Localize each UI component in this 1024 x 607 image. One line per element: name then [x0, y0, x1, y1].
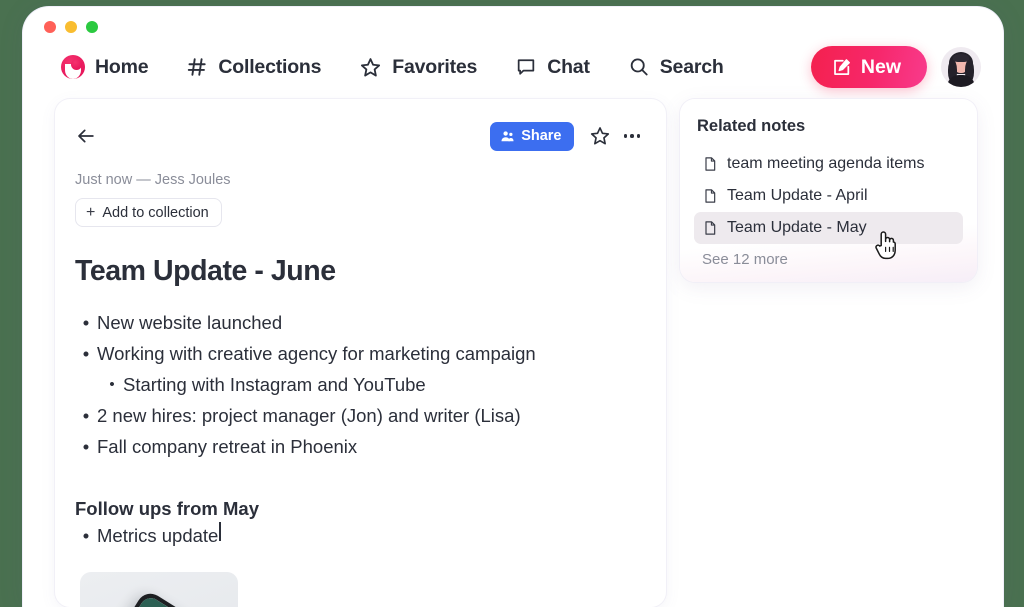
document-icon	[702, 220, 718, 236]
bullet-marker: •	[82, 312, 90, 333]
related-notes-panel: Related notes team meeting agenda items	[680, 99, 977, 282]
related-note-label: team meeting agenda items	[727, 155, 925, 172]
ellipsis-icon[interactable]	[623, 134, 640, 138]
list-item[interactable]: • New website launched	[75, 307, 642, 338]
list-item-text: Fall company retreat in Phoenix	[97, 436, 358, 457]
note-meta: Just now — Jess Joules	[75, 172, 231, 188]
bullet-marker: •	[82, 436, 90, 457]
back-button[interactable]	[75, 125, 97, 147]
window-controls	[44, 21, 98, 33]
chat-bubble-icon	[515, 56, 537, 78]
note-bullet-list[interactable]: • New website launched • Working with cr…	[75, 307, 642, 462]
nav-item-chat-label: Chat	[547, 55, 590, 78]
list-item-text: New website launched	[97, 312, 283, 333]
bullet-marker: •	[82, 343, 90, 364]
nav-item-home[interactable]: Home	[61, 55, 149, 79]
add-to-collection-label: Add to collection	[102, 204, 209, 221]
document-icon	[702, 188, 718, 204]
bullet-marker: •	[109, 376, 115, 393]
nav-item-search-label: Search	[659, 55, 724, 78]
nav-item-home-label: Home	[95, 55, 149, 78]
attachment-thumbnail[interactable]	[80, 572, 238, 607]
plus-icon: +	[86, 203, 96, 221]
people-icon	[500, 129, 515, 144]
related-note-item[interactable]: Team Update - April	[694, 180, 963, 212]
related-note-label: Team Update - May	[727, 219, 867, 236]
add-to-collection-button[interactable]: + Add to collection	[75, 198, 222, 227]
nav-item-search[interactable]: Search	[628, 56, 724, 79]
bullet-marker: •	[82, 405, 90, 426]
note-editor-card: Share Just now — Jess Joules + Add to co…	[55, 99, 666, 607]
window-close-button[interactable]	[44, 21, 56, 33]
note-toolbar: Share	[75, 119, 642, 153]
window-maximize-button[interactable]	[86, 21, 98, 33]
hash-icon	[186, 56, 208, 78]
new-button-label: New	[860, 55, 901, 78]
related-note-item[interactable]: team meeting agenda items	[694, 148, 963, 180]
related-notes-title: Related notes	[697, 117, 806, 135]
nav-item-collections[interactable]: Collections	[186, 56, 321, 79]
related-note-label: Team Update - April	[727, 187, 868, 204]
star-outline-icon[interactable]	[589, 125, 611, 147]
list-item[interactable]: • Starting with Instagram and YouTube	[75, 369, 642, 400]
nav-item-collections-label: Collections	[218, 55, 322, 78]
nav-item-favorites[interactable]: Favorites	[359, 56, 477, 79]
list-item-text: 2 new hires: project manager (Jon) and w…	[97, 405, 521, 426]
note-title[interactable]: Team Update - June	[75, 255, 642, 288]
list-item-text: Starting with Instagram and YouTube	[123, 374, 426, 395]
nav-item-chat[interactable]: Chat	[515, 56, 590, 79]
text-caret	[219, 522, 221, 541]
share-button-label: Share	[521, 128, 562, 144]
top-navigation: Home Collections Favorites Chat Search N…	[23, 39, 1003, 95]
app-logo-icon	[61, 55, 85, 79]
compose-icon	[831, 57, 852, 78]
note-section-bullet-list[interactable]: • Metrics update	[75, 520, 642, 551]
related-note-item[interactable]: Team Update - May	[694, 212, 963, 244]
note-section-heading[interactable]: Follow ups from May	[75, 498, 642, 520]
list-item-text: Metrics update	[97, 525, 219, 546]
search-icon	[628, 56, 650, 78]
document-icon	[702, 156, 718, 172]
star-icon	[359, 56, 382, 79]
new-button[interactable]: New	[810, 46, 927, 88]
list-item[interactable]: • Fall company retreat in Phoenix	[75, 431, 642, 462]
main-content: Share Just now — Jess Joules + Add to co…	[23, 95, 1003, 607]
list-item-text: Working with creative agency for marketi…	[97, 343, 536, 364]
window-minimize-button[interactable]	[65, 21, 77, 33]
list-item[interactable]: • 2 new hires: project manager (Jon) and…	[75, 400, 642, 431]
list-item[interactable]: • Working with creative agency for marke…	[75, 338, 642, 369]
share-button[interactable]: Share	[490, 121, 574, 151]
phone-mockup-image	[84, 588, 238, 607]
bullet-marker: •	[82, 525, 90, 546]
list-item[interactable]: • Metrics update	[75, 520, 642, 551]
nav-item-favorites-label: Favorites	[392, 55, 478, 78]
user-avatar[interactable]	[941, 47, 981, 87]
see-more-link[interactable]: See 12 more	[694, 244, 963, 268]
app-window: Home Collections Favorites Chat Search N…	[23, 7, 1003, 607]
